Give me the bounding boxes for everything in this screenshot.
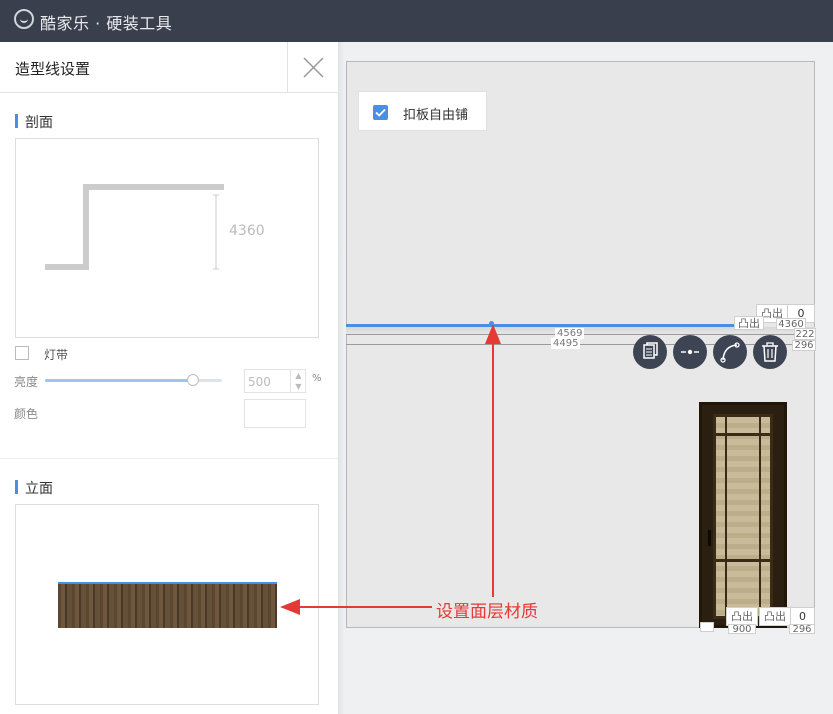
annotation-arrows bbox=[280, 324, 501, 615]
annotation-text: 设置面层材质 bbox=[436, 602, 538, 622]
